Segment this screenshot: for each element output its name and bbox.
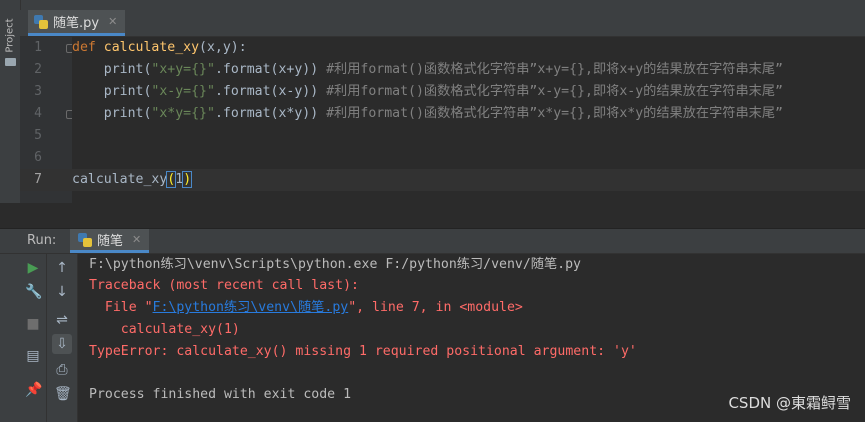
close-icon[interactable]: ✕ <box>132 233 141 246</box>
arrow-up-icon[interactable]: ↑ <box>54 260 70 276</box>
python-file-icon <box>34 14 48 29</box>
console-error: TypeError: calculate_xy() missing 1 requ… <box>89 344 637 359</box>
line-number: 1 <box>34 40 42 55</box>
folder-icon[interactable] <box>5 58 16 66</box>
code-line: print("x-y={}".format(x-y)) #利用format()函… <box>103 84 783 99</box>
soft-wrap-icon[interactable]: ⇌ <box>54 312 70 328</box>
file-link[interactable]: F:\python练习\venv\随笔.py <box>153 300 349 315</box>
wrench-icon[interactable]: 🔧 <box>25 284 42 300</box>
run-panel-header: Run: 随笔 ✕ <box>0 229 865 254</box>
line-number-gutter: 1 2 3 4 5 6 7 <box>20 37 74 203</box>
code-line: print("x*y={}".format(x*y)) #利用format()函… <box>103 106 783 121</box>
close-icon[interactable]: ✕ <box>108 15 117 28</box>
left-tool-strip-bottom <box>0 254 20 422</box>
run-label: Run: <box>27 233 57 248</box>
project-label: Project <box>4 18 16 53</box>
python-file-icon <box>78 232 92 247</box>
console-code-line: calculate_xy(1) <box>89 322 240 337</box>
arrow-down-icon[interactable]: ↓ <box>54 284 70 300</box>
line-number: 2 <box>34 62 42 77</box>
console-exit: Process finished with exit code 1 <box>89 387 352 402</box>
editor-bottom-area <box>0 203 865 229</box>
editor-tab-label: 随笔.py <box>53 16 100 31</box>
console-traceback: Traceback (most recent call last): <box>89 278 359 293</box>
line-number: 3 <box>34 84 42 99</box>
left-tool-strip: Project <box>0 0 21 230</box>
console-file-line: File "F:\python练习\venv\随笔.py", line 7, i… <box>89 300 523 315</box>
console-toolbar: ↑ ↓ ⇌ ⇩ ⎙ 🗑 <box>47 254 78 422</box>
line-number: 6 <box>34 150 42 165</box>
project-tool-button[interactable]: Project <box>2 14 18 62</box>
layout-icon[interactable]: ▤ <box>25 348 41 364</box>
pin-icon[interactable]: 📌 <box>25 382 42 398</box>
trash-icon[interactable]: 🗑 <box>54 386 72 402</box>
run-tab-label: 随笔 <box>97 234 124 249</box>
run-toolbar: ▶ 🔧 ■ ▤ 📌 <box>20 254 47 422</box>
play-icon[interactable]: ▶ <box>25 260 41 276</box>
line-number: 7 <box>34 172 42 187</box>
editor-tab[interactable]: 随笔.py ✕ <box>28 10 126 36</box>
breadcrumb-bar <box>20 0 865 10</box>
editor-tab-bar: 随笔.py ✕ <box>20 10 865 37</box>
line-number: 4 <box>34 106 42 121</box>
run-tab[interactable]: 随笔 ✕ <box>70 229 150 253</box>
scroll-end-icon[interactable]: ⇩ <box>52 334 72 354</box>
code-editor[interactable]: def calculate_xy(x,y): print("x+y={}".fo… <box>72 37 865 203</box>
print-icon[interactable]: ⎙ <box>54 362 70 378</box>
console-command: F:\python练习\venv\Scripts\python.exe F:/p… <box>89 257 581 272</box>
stop-icon[interactable]: ■ <box>25 316 41 332</box>
code-line: def calculate_xy(x,y): <box>72 40 247 55</box>
line-number: 5 <box>34 128 42 143</box>
code-line: print("x+y={}".format(x+y)) #利用format()函… <box>103 62 783 77</box>
code-line: calculate_xy(1) <box>72 171 193 188</box>
watermark: CSDN @東霜鲟雪 <box>728 394 851 412</box>
